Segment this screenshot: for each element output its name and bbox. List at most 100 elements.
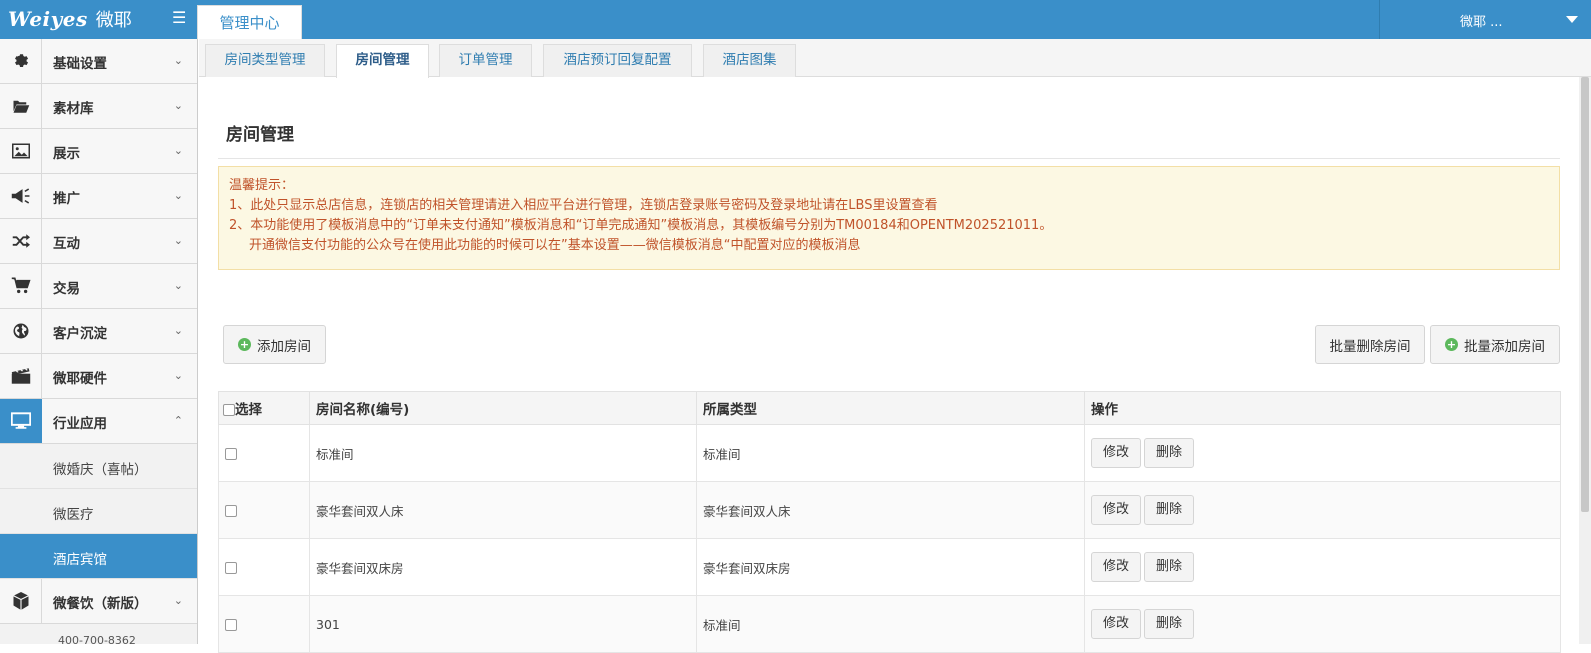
chevron-up-icon: ⌃: [173, 414, 183, 427]
sidebar-item-catering[interactable]: 微餐饮（新版） ⌄: [0, 579, 197, 624]
edit-button[interactable]: 修改: [1091, 552, 1142, 582]
scrollbar-thumb[interactable]: [1581, 77, 1589, 512]
header-actions: 操作: [1084, 391, 1561, 425]
sidebar-item-label: 交易: [53, 281, 80, 297]
edit-button[interactable]: 修改: [1091, 609, 1142, 639]
delete-button[interactable]: 删除: [1144, 609, 1195, 639]
room-type-cell: 豪华套间双床房: [696, 538, 1085, 596]
vertical-scrollbar[interactable]: [1579, 77, 1591, 644]
notice-box: 温馨提示： 1、此处只显示总店信息，连锁店的相关管理请进入相应平台进行管理，连锁…: [218, 166, 1560, 270]
table-row: 标准间 标准间 修改 删除: [218, 424, 1561, 482]
sidebar-subitem-wedding[interactable]: 微婚庆（喜帖）: [0, 444, 197, 489]
sidebar-item-label: 素材库: [53, 101, 94, 117]
button-label: 批量添加房间: [1464, 338, 1545, 355]
room-type-cell: 标准间: [696, 424, 1085, 482]
sidebar-item-interaction[interactable]: 互动 ⌄: [0, 219, 197, 264]
film-icon: [0, 354, 42, 398]
add-room-button[interactable]: + 添加房间: [223, 325, 326, 364]
plus-circle-icon: +: [1445, 338, 1458, 351]
notice-line: 1、此处只显示总店信息，连锁店的相关管理请进入相应平台进行管理，连锁店登录账号密…: [229, 198, 938, 213]
batch-add-button[interactable]: + 批量添加房间: [1430, 325, 1560, 364]
sidebar-item-basic-settings[interactable]: 基础设置 ⌄: [0, 39, 197, 84]
sidebar-subitem-hotel[interactable]: 酒店宾馆: [0, 534, 197, 579]
sidebar: 基础设置 ⌄ 素材库 ⌄ 展示 ⌄ 推广 ⌄ 互动 ⌄ 交易 ⌄ 客户沉淀 ⌄ …: [0, 39, 198, 647]
chevron-down-icon: ⌄: [173, 234, 183, 247]
sidebar-item-display[interactable]: 展示 ⌄: [0, 129, 197, 174]
logo-brand: Weiyes: [8, 7, 88, 31]
user-menu[interactable]: 微耶 ...: [1379, 0, 1591, 39]
shuffle-icon: [0, 219, 42, 263]
edit-button[interactable]: 修改: [1091, 438, 1142, 468]
module-tab-bar: 房间类型管理 房间管理 订单管理 酒店预订回复配置 酒店图集: [199, 39, 1591, 78]
delete-button[interactable]: 删除: [1144, 495, 1195, 525]
button-label: 批量删除房间: [1329, 338, 1411, 355]
cube-icon: [0, 579, 42, 623]
tab-orders[interactable]: 订单管理: [439, 44, 532, 77]
sidebar-item-label: 微餐饮（新版）: [53, 596, 148, 612]
chevron-down-icon: ⌄: [173, 54, 183, 67]
tab-room-types[interactable]: 房间类型管理: [205, 44, 325, 77]
room-name-cell: 豪华套间双人床: [309, 481, 697, 539]
chevron-down-icon: ⌄: [173, 189, 183, 202]
support-phone: 400-700-8362: [58, 634, 136, 647]
table-row: 豪华套间双人床 豪华套间双人床 修改 删除: [218, 481, 1561, 539]
sidebar-item-label: 微耶硬件: [53, 371, 107, 387]
sidebar-item-promotion[interactable]: 推广 ⌄: [0, 174, 197, 219]
sidebar-item-hardware[interactable]: 微耶硬件 ⌄: [0, 354, 197, 399]
header-room-name: 房间名称(编号): [309, 391, 697, 425]
room-name-cell: 标准间: [309, 424, 697, 482]
sidebar-subitem-label: 微婚庆（喜帖）: [53, 462, 148, 478]
notice-line: 开通微信支付功能的公众号在使用此功能的时候可以在”基本设置——微信模板消息“中配…: [249, 238, 861, 253]
row-checkbox[interactable]: [225, 619, 237, 631]
button-label: 添加房间: [257, 338, 311, 355]
chevron-down-icon: ⌄: [173, 324, 183, 337]
sidebar-item-label: 互动: [53, 236, 80, 252]
room-type-cell: 豪华套间双人床: [696, 481, 1085, 539]
sidebar-item-customer[interactable]: 客户沉淀 ⌄: [0, 309, 197, 354]
notice-line: 2、本功能使用了模板消息中的“订单未支付通知”模板消息和“订单完成通知”模板消息…: [229, 218, 1053, 233]
folder-open-icon: [0, 84, 42, 128]
table-row: 豪华套间双床房 豪华套间双床房 修改 删除: [218, 538, 1561, 596]
sidebar-item-label: 行业应用: [53, 416, 107, 432]
chevron-down-icon: ⌄: [173, 594, 183, 607]
sidebar-item-label: 基础设置: [53, 56, 107, 72]
sidebar-item-industry-apps[interactable]: 行业应用 ⌃: [0, 399, 197, 444]
sidebar-item-trade[interactable]: 交易 ⌄: [0, 264, 197, 309]
tab-room-management[interactable]: 房间管理: [336, 44, 429, 78]
edit-button[interactable]: 修改: [1091, 495, 1142, 525]
sidebar-item-material-library[interactable]: 素材库 ⌄: [0, 84, 197, 129]
gear-icon: [0, 39, 42, 83]
divider: [218, 158, 1560, 159]
plus-circle-icon: +: [238, 338, 251, 351]
sidebar-subitem-label: 酒店宾馆: [53, 552, 107, 568]
page-title: 房间管理: [226, 125, 294, 145]
image-icon: [0, 129, 42, 173]
sidebar-item-label: 客户沉淀: [53, 326, 107, 342]
globe-icon: [0, 309, 42, 353]
tab-gallery[interactable]: 酒店图集: [703, 44, 796, 77]
chevron-down-icon: ⌄: [173, 99, 183, 112]
delete-button[interactable]: 删除: [1144, 438, 1195, 468]
batch-delete-button[interactable]: 批量删除房间: [1315, 325, 1425, 364]
table-header-row: 选择 房间名称(编号) 所属类型 操作: [218, 391, 1561, 425]
tab-reply-config[interactable]: 酒店预订回复配置: [543, 44, 692, 77]
delete-button[interactable]: 删除: [1144, 552, 1195, 582]
cart-icon: [0, 264, 42, 308]
sidebar-item-label: 推广: [53, 191, 80, 207]
sidebar-subitem-medical[interactable]: 微医疗: [0, 489, 197, 534]
hamburger-icon[interactable]: ☰: [172, 10, 188, 26]
monitor-icon: [0, 399, 42, 443]
row-checkbox[interactable]: [225, 562, 237, 574]
sidebar-item-label: 展示: [53, 146, 80, 162]
top-bar: Weiyes 微耶 ☰ 管理中心 微耶 ...: [0, 0, 1591, 39]
row-checkbox[interactable]: [225, 448, 237, 460]
chevron-down-icon: ⌄: [173, 144, 183, 157]
logo: Weiyes 微耶: [8, 6, 132, 34]
row-checkbox[interactable]: [225, 505, 237, 517]
chevron-down-icon: ⌄: [173, 279, 183, 292]
sidebar-subitem-label: 微医疗: [53, 507, 94, 523]
header-select: 选择: [218, 391, 310, 425]
tab-management-center[interactable]: 管理中心: [197, 5, 302, 39]
select-all-checkbox[interactable]: [223, 404, 235, 416]
chevron-down-icon: ⌄: [173, 369, 183, 382]
